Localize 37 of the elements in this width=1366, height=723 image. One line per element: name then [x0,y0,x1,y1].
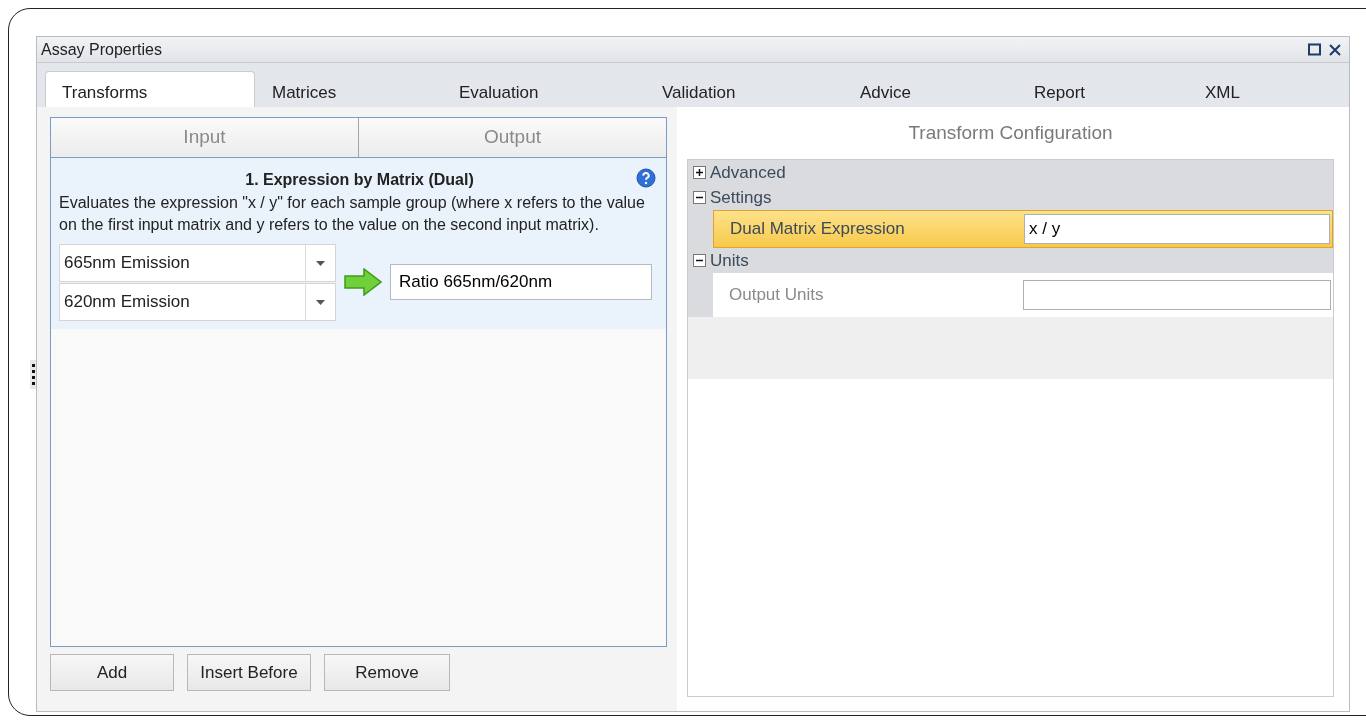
help-icon[interactable] [636,168,656,188]
property-row[interactable]: Output Units [713,273,1333,317]
window-title: Assay Properties [41,39,163,60]
arrow-icon [344,268,382,297]
transform-title: 1. Expression by Matrix (Dual) [245,170,474,190]
close-icon[interactable] [1329,43,1341,56]
dropdown-arrow-icon [316,299,325,305]
category-label[interactable]: Units [710,247,749,274]
tab[interactable]: Evaluation [442,71,645,107]
tab[interactable]: Matrices [255,71,442,107]
category-label[interactable]: Advanced [710,159,786,186]
property-label: Dual Matrix Expression [729,218,906,241]
button[interactable]: Insert Before [187,654,311,691]
dropdown-arrow-icon [316,260,325,266]
expand-icon[interactable] [693,166,706,179]
property-value-field[interactable] [1023,280,1331,310]
input-dropdown[interactable]: 665nm Emission [59,244,336,283]
property-value-field[interactable]: x / y [1024,214,1330,244]
tab[interactable]: Transforms [45,71,255,107]
tab[interactable]: XML [1188,71,1328,107]
tab[interactable]: Advice [843,71,1017,107]
input-dropdown[interactable]: 620nm Emission [59,283,336,322]
tab[interactable]: Validation [645,71,843,107]
transform-item[interactable] [51,158,666,330]
maximize-icon[interactable] [1308,43,1321,56]
button[interactable]: Add [50,654,174,691]
collapse-icon[interactable] [693,191,706,204]
transform-description: Evaluates the expression "x / y" for each sample group (where x refers to the value on the first input matrix and y refers to the value on the second input matrix). [59,193,646,235]
output-field[interactable]: Ratio 665nm/620nm [390,264,652,301]
property-row[interactable]: Dual Matrix Expression x / y [713,210,1333,248]
category-label[interactable]: Settings [710,184,772,211]
property-label: Output Units [728,284,825,307]
panel-title: Transform Configuration [907,120,1114,145]
collapse-icon[interactable] [693,254,706,267]
splitter-grip-icon[interactable] [30,359,36,389]
tab[interactable]: Report [1017,71,1188,107]
button[interactable]: Remove [324,654,450,691]
